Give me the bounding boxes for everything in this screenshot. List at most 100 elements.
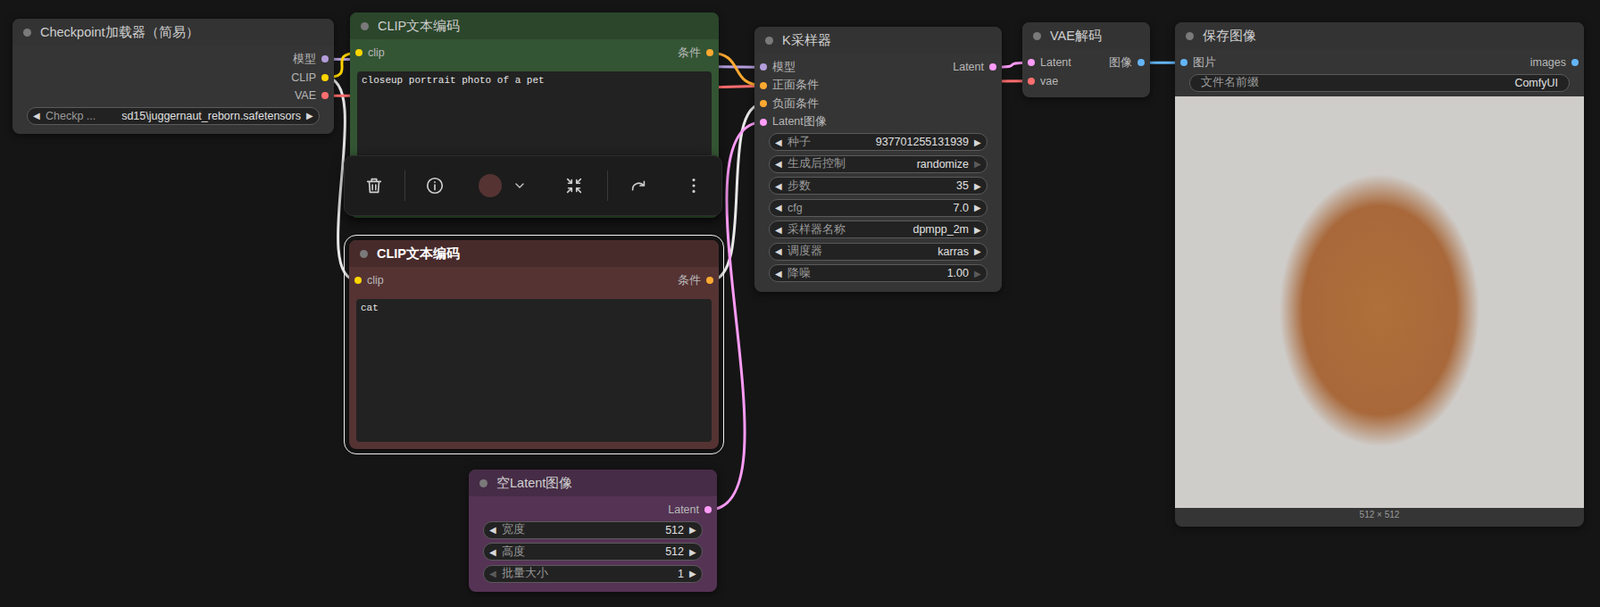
info-button[interactable] bbox=[416, 167, 453, 204]
input-dot[interactable] bbox=[759, 100, 767, 108]
node[interactable]: K采样器 模型 Latent 正面条件 负面条件 Latent图像 ◀ 种子 9… bbox=[754, 26, 1002, 292]
output-dot[interactable] bbox=[321, 55, 329, 63]
input-slot[interactable]: clip bbox=[349, 274, 384, 287]
node-title[interactable]: 空Latent图像 bbox=[468, 469, 717, 497]
input-dot[interactable] bbox=[759, 118, 767, 126]
number-widget[interactable]: ◀ 降噪 1.00 ▶ bbox=[768, 264, 988, 283]
node[interactable]: CLIP文本编码 clip 条件 cat bbox=[349, 240, 719, 450]
increment-button[interactable]: ▶ bbox=[974, 158, 982, 169]
number-widget[interactable]: ◀ 宽度 512 ▶ bbox=[483, 521, 703, 540]
output-slot[interactable]: 模型 bbox=[292, 51, 334, 67]
increment-button[interactable]: ▶ bbox=[689, 568, 697, 579]
node[interactable]: VAE解码 Latent 图像 vae bbox=[1022, 22, 1150, 98]
combo-widget[interactable]: ◀ 采样器名称 dpmpp_2m ▶ bbox=[768, 220, 988, 239]
increment-button[interactable]: ▶ bbox=[974, 137, 982, 148]
number-widget[interactable]: ◀ cfg 7.0 ▶ bbox=[768, 199, 988, 217]
more-button[interactable] bbox=[675, 167, 712, 204]
collapse-dot[interactable] bbox=[1033, 32, 1042, 41]
input-dot[interactable] bbox=[759, 82, 767, 90]
decrement-button[interactable]: ◀ bbox=[775, 246, 783, 257]
collapse-button[interactable] bbox=[556, 167, 592, 204]
input-slot[interactable]: 模型 bbox=[754, 59, 796, 75]
increment-button[interactable]: ▶ bbox=[689, 525, 697, 535]
output-slot[interactable]: 条件 bbox=[677, 273, 719, 289]
number-widget[interactable]: ◀ 种子 937701255131939 ▶ bbox=[768, 133, 988, 151]
number-widget[interactable]: ◀ 步数 35 ▶ bbox=[768, 176, 988, 195]
bypass-button[interactable] bbox=[620, 167, 657, 204]
output-dot[interactable] bbox=[321, 74, 329, 82]
combo-widget[interactable]: ◀ Checkp ... sd15\juggernaut_reborn.safe… bbox=[26, 107, 320, 125]
decrement-button[interactable]: ◀ bbox=[775, 202, 783, 213]
output-slot[interactable]: VAE bbox=[294, 89, 334, 102]
output-dot[interactable] bbox=[989, 63, 997, 71]
text-widget[interactable]: 文件名前缀 ComfyUI bbox=[1189, 74, 1570, 92]
input-dot[interactable] bbox=[1180, 58, 1188, 67]
color-picker-button[interactable] bbox=[478, 174, 527, 198]
input-slot[interactable]: vae bbox=[1022, 75, 1059, 88]
collapse-dot[interactable] bbox=[23, 28, 32, 37]
combo-widget[interactable]: ◀ 生成后控制 randomize ▶ bbox=[768, 155, 988, 174]
node-title[interactable]: VAE解码 bbox=[1022, 22, 1150, 50]
increment-button[interactable]: ▶ bbox=[689, 547, 697, 558]
input-slot[interactable]: 正面条件 bbox=[754, 77, 819, 93]
decrement-button[interactable]: ◀ bbox=[775, 158, 783, 169]
output-dot[interactable] bbox=[321, 91, 329, 100]
decrement-button[interactable]: ◀ bbox=[489, 568, 497, 579]
decrement-button[interactable]: ◀ bbox=[489, 547, 497, 558]
output-dot[interactable] bbox=[1571, 58, 1579, 67]
output-dot[interactable] bbox=[1137, 58, 1145, 67]
increment-button[interactable]: ▶ bbox=[974, 268, 982, 279]
output-dot[interactable] bbox=[706, 276, 714, 284]
number-widget[interactable]: ◀ 批量大小 1 ▶ bbox=[483, 565, 703, 584]
input-slot[interactable]: 图片 bbox=[1175, 55, 1217, 71]
delete-button[interactable] bbox=[356, 167, 392, 204]
input-slot[interactable]: clip bbox=[350, 46, 385, 59]
output-slot[interactable]: 条件 bbox=[677, 45, 719, 61]
node-title-text: CLIP文本编码 bbox=[376, 245, 460, 263]
output-slot[interactable]: Latent bbox=[667, 503, 717, 517]
node-canvas[interactable]: Checkpoint加载器（简易） 模型 CLIP VAE ◀ Checkp .… bbox=[0, 0, 1600, 607]
decrement-button[interactable]: ◀ bbox=[775, 181, 783, 192]
node-title[interactable]: K采样器 bbox=[754, 26, 1002, 54]
combo-widget[interactable]: ◀ 调度器 karras ▶ bbox=[768, 242, 988, 261]
node-title[interactable]: CLIP文本编码 bbox=[349, 240, 719, 267]
collapse-dot[interactable] bbox=[765, 36, 774, 45]
node[interactable]: 保存图像 图片 images 文件名前缀 ComfyUI 512 × 512 bbox=[1175, 22, 1584, 527]
output-slot[interactable]: CLIP bbox=[291, 71, 334, 84]
node[interactable]: 空Latent图像 Latent ◀ 宽度 512 ▶ ◀ 高度 512 ▶ ◀ 批… bbox=[468, 469, 717, 592]
increment-button[interactable]: ▶ bbox=[974, 202, 982, 213]
input-dot[interactable] bbox=[1027, 77, 1035, 85]
input-slot[interactable]: Latent bbox=[1022, 56, 1072, 69]
decrement-button[interactable]: ◀ bbox=[775, 137, 783, 148]
output-dot[interactable] bbox=[704, 506, 712, 514]
decrement-button[interactable]: ◀ bbox=[33, 110, 41, 121]
number-widget[interactable]: ◀ 高度 512 ▶ bbox=[483, 542, 703, 561]
collapse-dot[interactable] bbox=[1185, 32, 1194, 41]
input-dot[interactable] bbox=[355, 49, 363, 57]
output-dot[interactable] bbox=[706, 49, 714, 57]
prompt-textarea[interactable]: cat bbox=[356, 299, 712, 442]
output-slot[interactable]: images bbox=[1530, 56, 1584, 69]
input-dot[interactable] bbox=[354, 276, 362, 284]
collapse-dot[interactable] bbox=[479, 479, 488, 488]
input-slot[interactable]: 负面条件 bbox=[754, 96, 819, 112]
decrement-button[interactable]: ◀ bbox=[489, 525, 497, 535]
input-dot[interactable] bbox=[1027, 58, 1035, 67]
increment-button[interactable]: ▶ bbox=[974, 225, 982, 235]
increment-button[interactable]: ▶ bbox=[306, 110, 314, 121]
decrement-button[interactable]: ◀ bbox=[775, 268, 783, 279]
increment-button[interactable]: ▶ bbox=[974, 181, 982, 192]
node[interactable]: Checkpoint加载器（简易） 模型 CLIP VAE ◀ Checkp .… bbox=[12, 18, 334, 134]
node-title[interactable]: Checkpoint加载器（简易） bbox=[12, 18, 334, 46]
output-image[interactable] bbox=[1175, 96, 1584, 509]
node-title[interactable]: 保存图像 bbox=[1175, 22, 1584, 50]
input-slot[interactable]: Latent图像 bbox=[754, 114, 827, 130]
node-title[interactable]: CLIP文本编码 bbox=[350, 12, 719, 40]
increment-button[interactable]: ▶ bbox=[974, 246, 982, 257]
collapse-dot[interactable] bbox=[360, 22, 369, 31]
input-dot[interactable] bbox=[759, 63, 767, 71]
output-slot[interactable]: 图像 bbox=[1108, 55, 1150, 71]
output-slot[interactable]: Latent bbox=[952, 60, 1002, 74]
collapse-dot[interactable] bbox=[359, 250, 368, 259]
decrement-button[interactable]: ◀ bbox=[775, 225, 783, 235]
